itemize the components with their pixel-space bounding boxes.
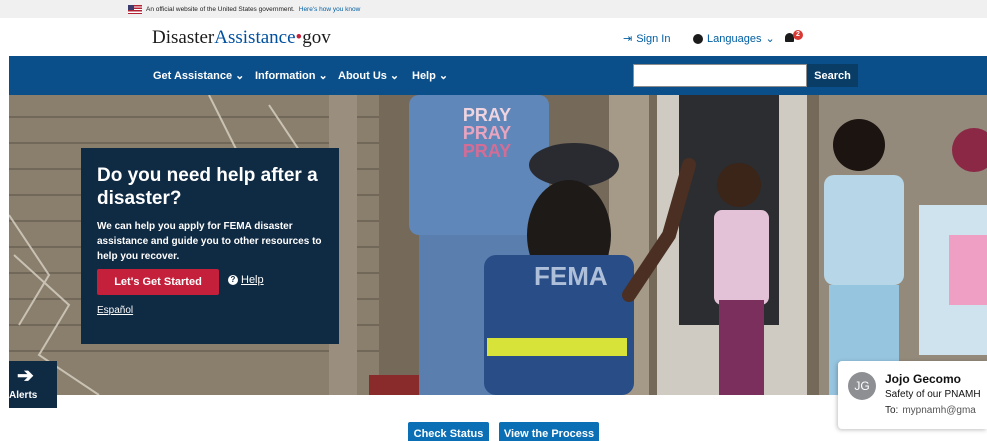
to-value: mypnamh@gma <box>902 405 976 416</box>
sign-in-label: Sign In <box>636 32 671 45</box>
help-label: Help <box>241 274 264 286</box>
alerts-button[interactable]: ➔ Alerts <box>9 361 57 408</box>
notification-recipient: To: mypnamh@gma <box>885 405 976 416</box>
globe-icon <box>693 33 703 44</box>
nav-item-help[interactable]: Help ⌄ <box>412 69 449 83</box>
nav-item-get-assistance[interactable]: Get Assistance ⌄ <box>153 69 245 83</box>
svg-text:PRAY: PRAY <box>463 141 511 161</box>
languages-label: Languages <box>707 32 762 45</box>
hero-card: Do you need help after a disaster? We ca… <box>81 148 339 344</box>
nav-item-label: About Us <box>338 69 387 82</box>
mail-notification[interactable]: JG Jojo Gecomo Safety of our PNAMH To: my… <box>838 361 987 429</box>
notification-sender: Jojo Gecomo <box>885 372 962 386</box>
notification-subject: Safety of our PNAMH <box>885 389 981 400</box>
site-header: DisasterAssistance•gov ⇥ Sign In Languag… <box>0 18 987 56</box>
hero-title: Do you need help after a disaster? <box>97 165 318 209</box>
vest-text: FEMA <box>534 261 608 291</box>
chevron-down-icon: ⌄ <box>389 70 400 82</box>
nav-item-information[interactable]: Information ⌄ <box>255 69 328 83</box>
chevron-down-icon: ⌄ <box>235 70 245 82</box>
nav-item-about-us[interactable]: About Us ⌄ <box>338 69 400 83</box>
nav-item-label: Get Assistance <box>153 69 233 82</box>
us-flag-icon <box>128 4 142 14</box>
help-link[interactable]: ? Help <box>228 274 264 286</box>
search-input[interactable] <box>633 64 807 87</box>
hero-description: We can help you apply for FEMA disaster … <box>97 221 322 262</box>
espanol-link[interactable]: Español <box>97 305 133 316</box>
nav-item-label: Information <box>255 69 316 82</box>
shirt-text: PRAY <box>463 105 511 125</box>
question-circle-icon: ? <box>228 275 238 285</box>
lets-get-started-button[interactable]: Let's Get Started <box>97 269 219 295</box>
chevron-down-icon: ⌄ <box>438 70 449 82</box>
check-status-button[interactable]: Check Status <box>408 422 489 441</box>
gov-banner: An official website of the United States… <box>0 0 987 18</box>
chevron-down-icon: ⌄ <box>318 70 328 82</box>
view-the-process-button[interactable]: View the Process <box>499 422 599 441</box>
heres-how-you-know-link[interactable]: Here's how you know <box>299 6 361 13</box>
notification-count-badge: 2 <box>793 30 803 40</box>
chevron-down-icon: ⌄ <box>765 33 775 45</box>
nav-item-label: Help <box>412 69 436 82</box>
notifications-button[interactable]: 2 <box>785 30 805 46</box>
site-logo[interactable]: DisasterAssistance•gov <box>152 27 331 49</box>
logo-part-2: Assistance <box>214 27 296 48</box>
logo-part-1: Disaster <box>152 27 215 48</box>
sign-in-icon: ⇥ <box>623 33 633 45</box>
avatar: JG <box>848 372 876 400</box>
search-button[interactable]: Search <box>807 64 858 87</box>
languages-menu[interactable]: Languages ⌄ <box>693 32 775 45</box>
svg-text:PRAY: PRAY <box>463 123 511 143</box>
arrow-right-icon: ➔ <box>17 365 34 387</box>
gov-banner-text: An official website of the United States… <box>146 5 295 13</box>
to-label: To: <box>885 405 899 416</box>
page: An official website of the United States… <box>0 0 987 441</box>
alerts-label: Alerts <box>9 390 38 401</box>
sign-in-link[interactable]: ⇥ Sign In <box>623 32 671 46</box>
main-nav: Get Assistance ⌄ Information ⌄ About Us … <box>9 56 987 95</box>
logo-part-3: gov <box>302 27 331 48</box>
